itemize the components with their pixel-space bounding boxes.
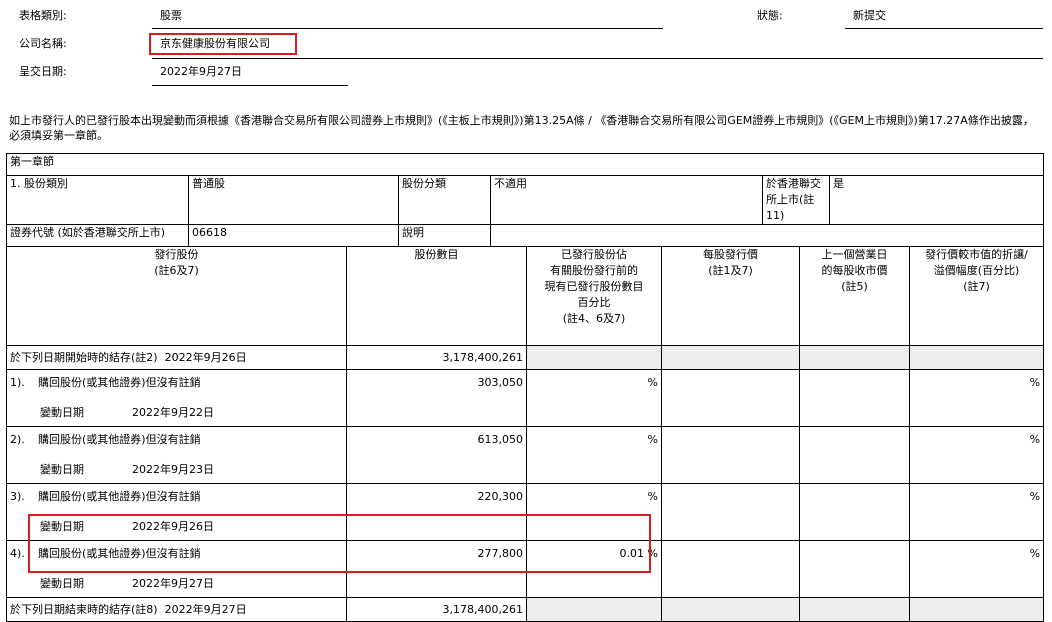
change-date-label: 變動日期 [40, 577, 84, 590]
change-date: 2022年9月22日 [132, 406, 214, 419]
description-value [489, 224, 1045, 247]
table-row: 2). 購回股份(或其他證券)但沒有註銷 變動日期 2022年9月23日 613,0… [6, 426, 1045, 484]
share-class-row: 1. 股份類別 普通股 股份分類 不適用 於香港聯交所上市(註11) 是 [6, 175, 1045, 225]
share-category-value: 不適用 [490, 175, 763, 225]
form-type-label: 表格類別: [19, 9, 67, 22]
share-count: 303,050 [346, 369, 527, 427]
stock-code-label: 證券代號 (如於香港聯交所上市) [6, 224, 189, 247]
share-category-label: 股份分類 [398, 175, 491, 225]
listed-value: 是 [828, 175, 1045, 225]
closing-grey-price [661, 597, 800, 622]
share-class-label: 1. 股份類別 [6, 175, 189, 225]
row-highlight-box [28, 514, 651, 573]
movement-description: 購回股份(或其他證券)但沒有註銷 [38, 433, 201, 446]
company-label: 公司名稱: [19, 37, 67, 50]
stock-code-row: 證券代號 (如於香港聯交所上市) 06618 說明 [6, 224, 1045, 247]
closing-price [799, 369, 910, 427]
col-issued-shares: 發行股份 (註6及7) [6, 246, 347, 346]
opening-balance-label: 於下列日期開始時的結存(註2) [10, 350, 158, 364]
movement-cell: 2). 購回股份(或其他證券)但沒有註銷 變動日期 2022年9月23日 [6, 426, 347, 484]
form-type-value: 股票 [160, 9, 182, 22]
share-class-value: 普通股 [188, 175, 399, 225]
opening-grey-close [799, 345, 910, 370]
closing-balance-cell: 於下列日期結束時的結存(註8) 2022年9月27日 [6, 597, 347, 622]
change-date: 2022年9月27日 [132, 577, 214, 590]
change-date-label: 變動日期 [40, 463, 84, 476]
row-number: 2). [10, 433, 25, 446]
col-closing-price: 上一個營業日 的每股收市價 (註5) [799, 246, 910, 346]
closing-grey-discount [908, 597, 1045, 622]
closing-price [799, 483, 910, 541]
col-share-count: 股份數目 [346, 246, 527, 346]
opening-balance-shares: 3,178,400,261 [346, 345, 527, 370]
status-label: 狀態: [757, 9, 783, 22]
closing-grey-pct [526, 597, 662, 622]
issue-price [661, 540, 800, 598]
col-issue-price: 每股發行價 (註1及7) [661, 246, 800, 346]
table-row: 1). 購回股份(或其他證券)但沒有註銷 變動日期 2022年9月22日 303,0… [6, 369, 1045, 427]
opening-balance-cell: 於下列日期開始時的結存(註2) 2022年9月26日 [6, 345, 347, 370]
date-underline [152, 85, 348, 86]
share-count: 613,050 [346, 426, 527, 484]
issue-price [661, 369, 800, 427]
status-value: 新提交 [853, 9, 886, 22]
closing-price [799, 540, 910, 598]
company-highlight-box [149, 33, 297, 55]
discount: % [908, 483, 1045, 541]
closing-grey-close [799, 597, 910, 622]
opening-balance-date: 2022年9月26日 [164, 350, 247, 364]
closing-balance-row: 於下列日期結束時的結存(註8) 2022年9月27日 3,178,400,261 [6, 597, 1045, 622]
closing-balance-label: 於下列日期結束時的結存(註8) [10, 602, 158, 616]
description-label: 說明 [398, 224, 491, 247]
date-value: 2022年9月27日 [160, 65, 242, 78]
closing-price [799, 426, 910, 484]
col-percentage: 已發行股份佔 有關股份發行前的 現有已發行股份數目 百分比 (註4、6及7) [526, 246, 662, 346]
status-underline [845, 28, 1043, 29]
opening-grey-pct [526, 345, 662, 370]
row-number: 3). [10, 490, 25, 503]
intro-paragraph: 如上市發行人的已發行股本出現變動而須根據《香港聯合交易所有限公司證券上市規則》(… [9, 114, 1034, 142]
section-title-row: 第一章節 [5, 153, 1045, 176]
col-discount: 發行價較市值的折讓/ 溢價幅度(百分比) (註7) [908, 246, 1045, 346]
section-title: 第一章節 [5, 153, 1045, 176]
company-underline [152, 58, 1043, 59]
listed-label: 於香港聯交所上市(註11) [762, 175, 830, 225]
discount: % [908, 369, 1045, 427]
opening-balance-row: 於下列日期開始時的結存(註2) 2022年9月26日 3,178,400,261 [6, 345, 1045, 370]
closing-balance-date: 2022年9月27日 [164, 602, 247, 616]
movement-cell: 1). 購回股份(或其他證券)但沒有註銷 變動日期 2022年9月22日 [6, 369, 347, 427]
closing-balance-shares: 3,178,400,261 [346, 597, 527, 622]
column-header-row: 發行股份 (註6及7) 股份數目 已發行股份佔 有關股份發行前的 現有已發行股份… [6, 246, 1045, 346]
change-date-label: 變動日期 [40, 406, 84, 419]
percentage: % [526, 369, 662, 427]
row-number: 1). [10, 376, 25, 389]
form-type-underline [152, 28, 663, 29]
opening-grey-discount [908, 345, 1045, 370]
movement-description: 購回股份(或其他證券)但沒有註銷 [38, 376, 201, 389]
date-label: 呈交日期: [19, 65, 67, 78]
opening-grey-price [661, 345, 800, 370]
change-date: 2022年9月23日 [132, 463, 214, 476]
issue-price [661, 483, 800, 541]
issue-price [661, 426, 800, 484]
percentage: % [526, 426, 662, 484]
movement-description: 購回股份(或其他證券)但沒有註銷 [38, 490, 201, 503]
stock-code-value: 06618 [188, 224, 399, 247]
discount: % [908, 426, 1045, 484]
discount: % [908, 540, 1045, 598]
